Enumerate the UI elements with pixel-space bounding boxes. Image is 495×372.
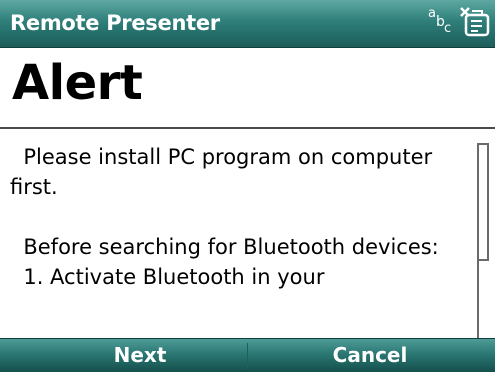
softkey-divider <box>247 343 248 369</box>
alert-message: Please install PC program on computer fi… <box>10 142 472 338</box>
cancel-button[interactable]: Cancel <box>290 343 450 371</box>
sync-status-icon[interactable] <box>458 4 492 40</box>
vertical-scrollbar[interactable] <box>477 143 491 339</box>
input-mode-indicator[interactable]: a b c <box>426 6 452 38</box>
input-mode-a: a <box>428 6 436 21</box>
message-line: Before searching for Bluetooth devices: <box>10 235 439 259</box>
alert-header: Alert <box>0 49 495 129</box>
next-button[interactable]: Next <box>60 343 220 371</box>
softkey-bar: Next Cancel <box>0 338 495 372</box>
message-line: Please install PC program on computer <box>10 145 433 169</box>
input-mode-c: c <box>444 21 452 36</box>
title-bar: Remote Presenter a b c <box>0 0 495 48</box>
message-line: first. <box>10 175 58 199</box>
message-line: 1. Activate Bluetooth in your <box>10 265 325 289</box>
scrollbar-thumb[interactable] <box>479 143 489 261</box>
alert-title: Alert <box>12 55 143 111</box>
app-title: Remote Presenter <box>10 11 220 35</box>
